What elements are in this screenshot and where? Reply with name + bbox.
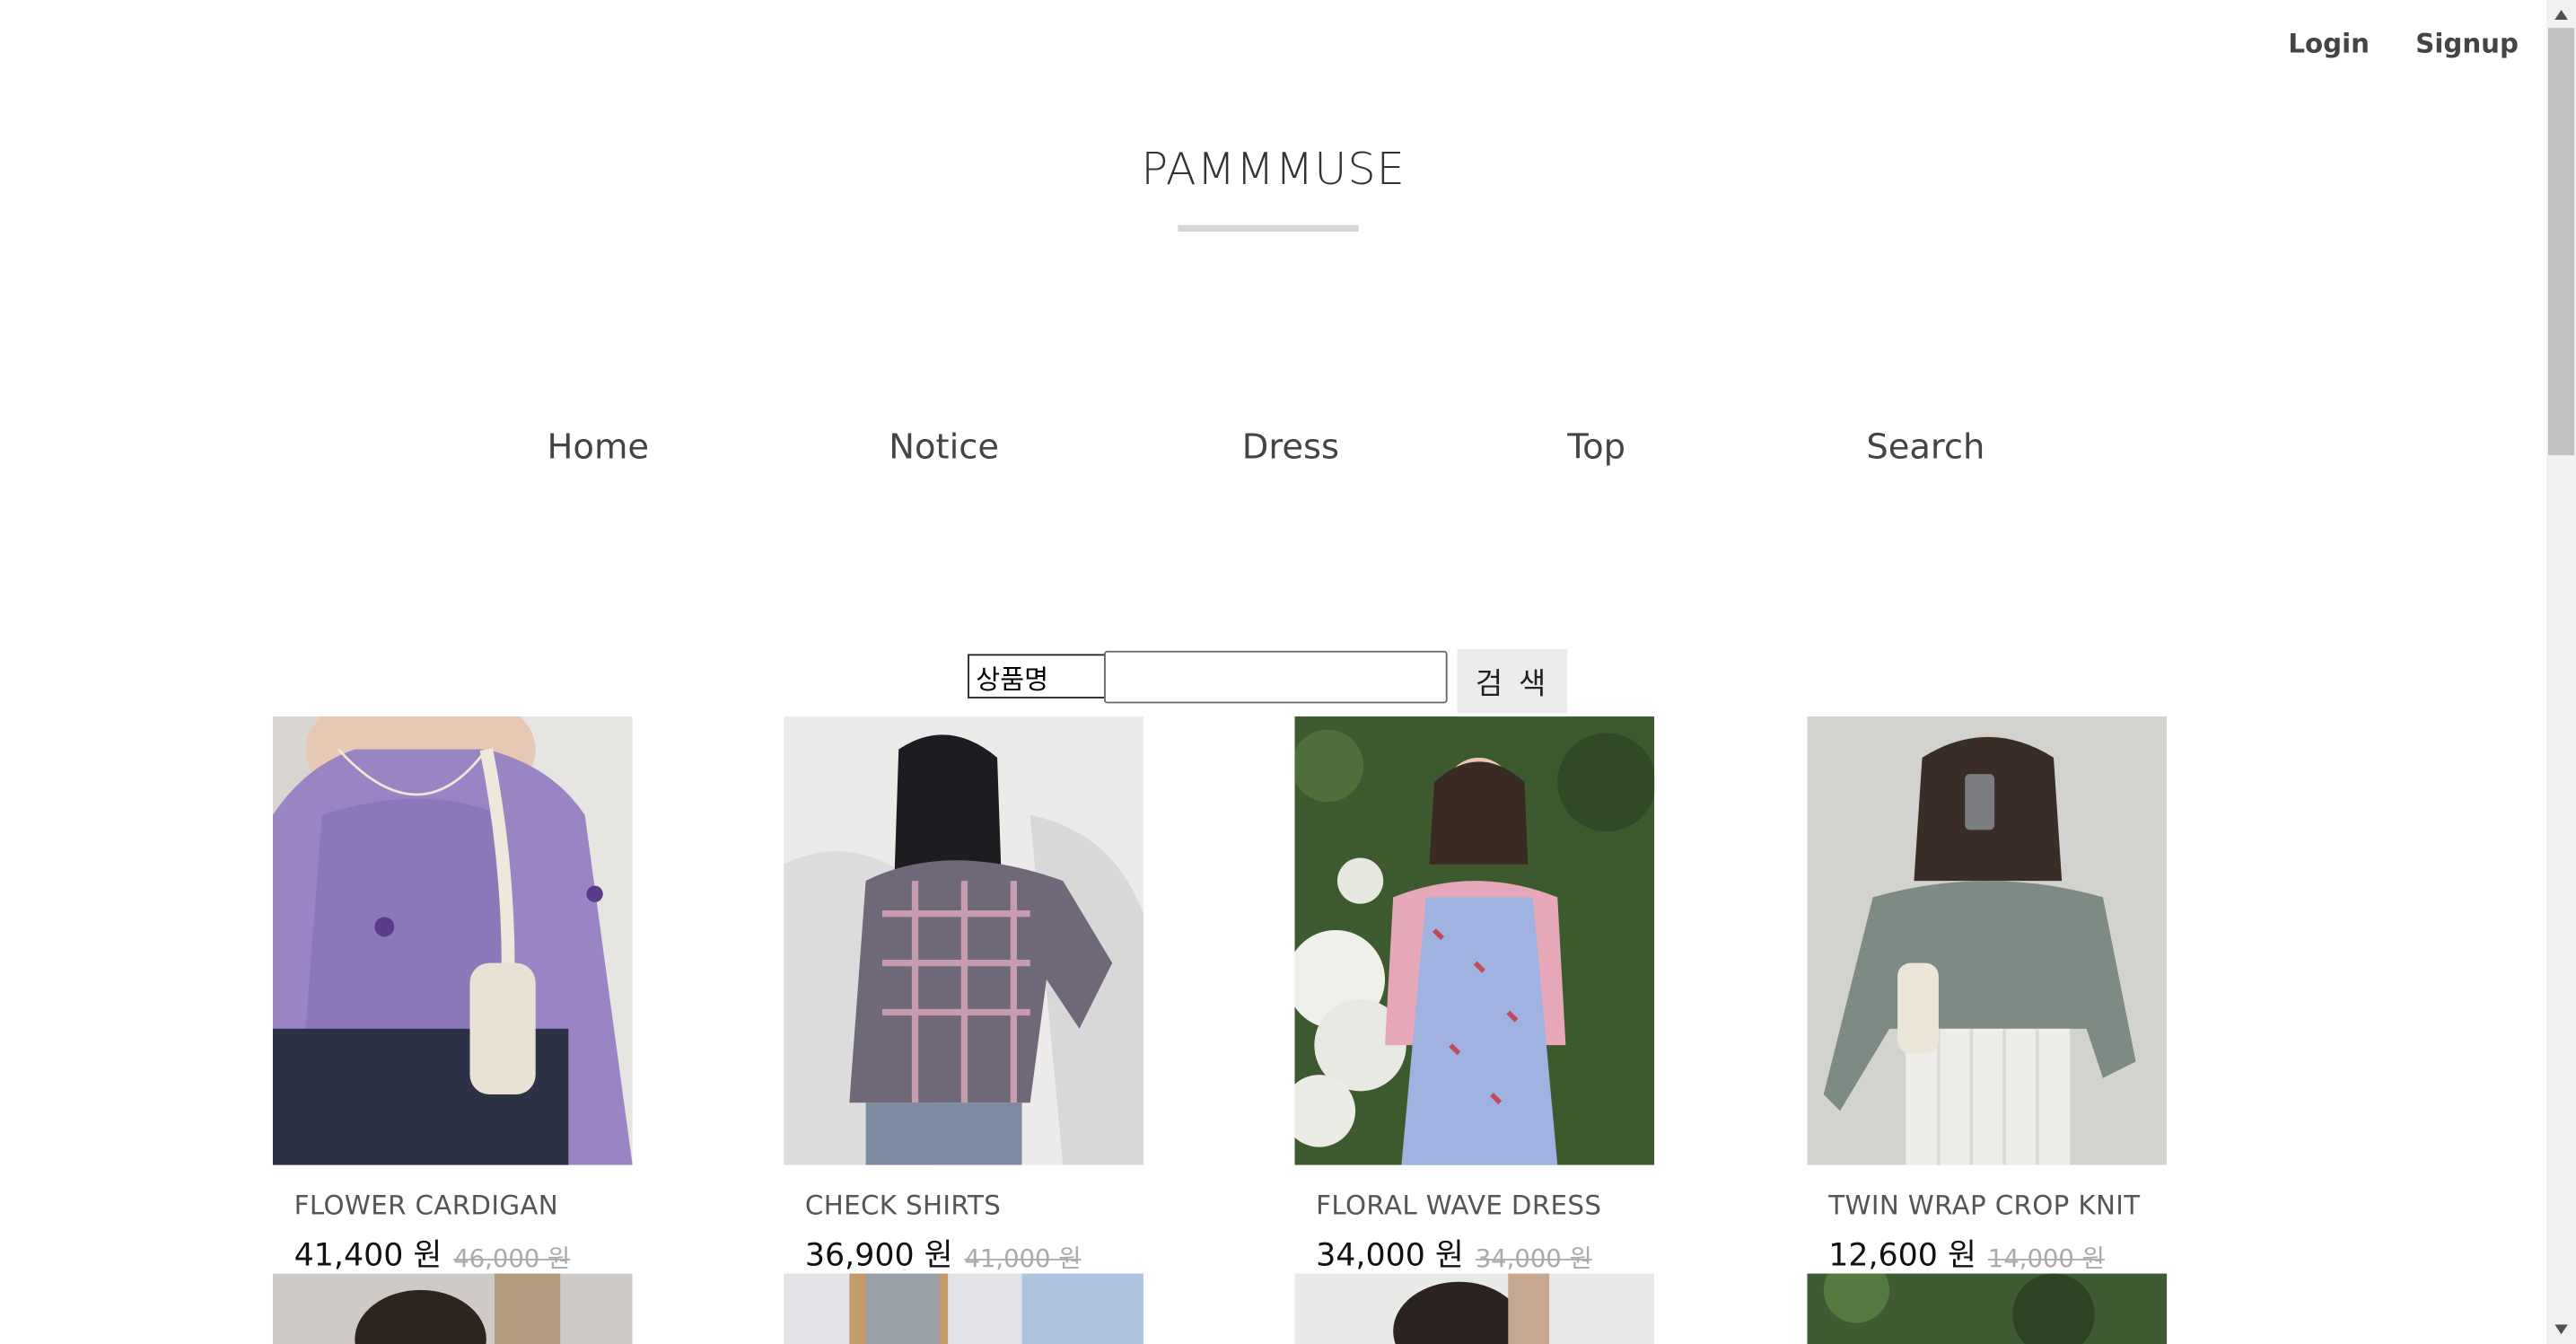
product-image-flower-cardigan[interactable] (272, 716, 633, 1165)
brand-underline (1178, 224, 1359, 233)
login-link[interactable]: Login (2288, 28, 2370, 59)
product-price: 34,000 원 (1316, 1237, 1464, 1274)
product-image-check-shirts[interactable] (784, 716, 1143, 1165)
nav-item-dress[interactable]: Dress (1242, 427, 1339, 467)
product-image-row2[interactable] (1807, 1273, 2168, 1344)
product-original-price: 46,000 원 (453, 1243, 571, 1274)
search-button[interactable]: 검 색 (1457, 649, 1568, 714)
product-original-price: 34,000 원 (1475, 1243, 1592, 1274)
scroll-down-icon[interactable] (2546, 1314, 2576, 1342)
product-price: 12,600 원 (1828, 1237, 1976, 1274)
brand-title[interactable]: PAMMMUSE (0, 145, 2546, 196)
scroll-up-icon[interactable] (2546, 0, 2576, 28)
product-original-price: 41,000 원 (964, 1243, 1082, 1274)
product-image-row2[interactable] (1294, 1273, 1655, 1344)
signup-link[interactable]: Signup (2415, 28, 2519, 59)
search-input[interactable] (1104, 650, 1448, 704)
auth-links: Login Signup (2288, 28, 2519, 59)
product-image-row2[interactable] (784, 1273, 1143, 1344)
product-image-twin-wrap-crop-knit[interactable] (1807, 716, 2168, 1165)
nav-item-home[interactable]: Home (548, 427, 650, 467)
product-name[interactable]: CHECK SHIRTS (805, 1190, 1001, 1221)
product-image-row2[interactable] (272, 1273, 633, 1344)
nav-item-search[interactable]: Search (1866, 427, 1985, 467)
nav-item-notice[interactable]: Notice (889, 427, 999, 467)
product-image-floral-wave-dress[interactable] (1294, 716, 1655, 1165)
search-field-selected: 상품명 (976, 663, 1049, 695)
nav-item-top[interactable]: Top (1567, 427, 1625, 467)
product-price: 41,400 원 (294, 1237, 442, 1274)
product-name[interactable]: TWIN WRAP CROP KNIT (1828, 1190, 2140, 1221)
scrollbar-thumb[interactable] (2547, 28, 2575, 456)
product-original-price: 14,000 원 (1987, 1243, 2105, 1274)
product-name[interactable]: FLORAL WAVE DRESS (1316, 1190, 1601, 1221)
product-name[interactable]: FLOWER CARDIGAN (294, 1190, 558, 1221)
product-price: 36,900 원 (804, 1237, 953, 1274)
page: Login Signup PAMMMUSE Home Notice Dress … (0, 0, 2576, 1344)
